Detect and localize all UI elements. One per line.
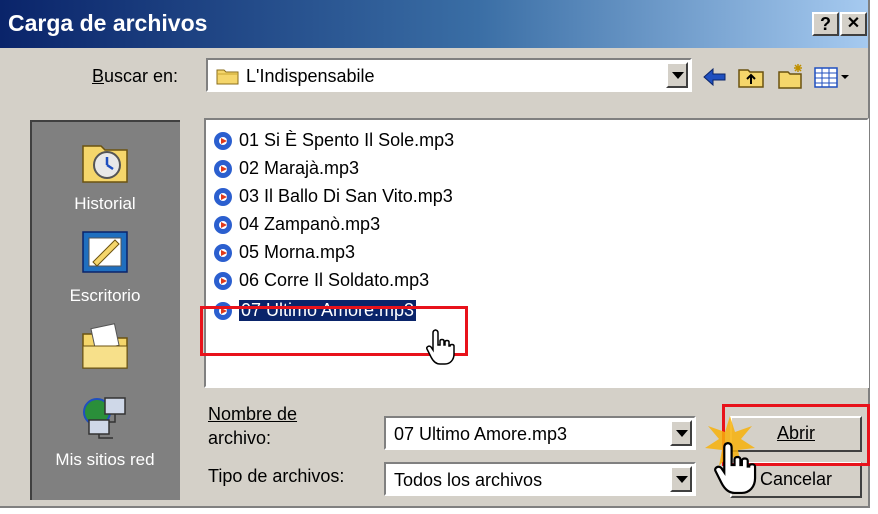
filetype-value: Todos los archivos [394, 470, 543, 490]
history-icon [77, 145, 133, 192]
look-in-label: Buscar en: [92, 66, 179, 86]
places-item-desktop[interactable]: Escritorio [32, 224, 178, 305]
close-button[interactable]: ✕ [840, 12, 867, 36]
hand-cursor-icon [426, 328, 456, 371]
places-bar: Historial Escritorio Mis sitios red [30, 120, 180, 500]
look-in-value: L'Indispensabile [246, 66, 375, 86]
places-label-network: Mis sitios red [55, 450, 155, 469]
title-bar: Carga de archivos ? ✕ [0, 0, 868, 48]
view-menu-icon[interactable] [812, 62, 852, 92]
places-label-history: Historial [74, 194, 136, 213]
mp3-file-icon [212, 130, 234, 152]
file-name: 01 Si È Spento Il Sole.mp3 [239, 130, 455, 150]
filename-label-line2: archivo: [208, 428, 272, 448]
places-item-documents[interactable] [32, 318, 178, 379]
my-documents-icon [77, 323, 133, 378]
filename-input[interactable]: 07 Ultimo Amore.mp3 [394, 424, 567, 445]
look-in-combo[interactable]: L'Indispensabile [206, 58, 692, 92]
places-item-history[interactable]: Historial [32, 132, 178, 213]
mp3-file-icon [212, 158, 234, 180]
filename-label-line1: Nombre de [208, 404, 298, 424]
mp3-file-icon [212, 242, 234, 264]
new-folder-icon[interactable] [776, 62, 806, 92]
folder-icon [216, 66, 240, 91]
file-name: 04 Zampanò.mp3 [239, 214, 381, 234]
places-label-desktop: Escritorio [69, 286, 141, 305]
window-title: Carga de archivos [8, 10, 208, 36]
filetype-label: Tipo de archivos: [208, 466, 345, 486]
help-button[interactable]: ? [812, 12, 839, 36]
file-name: 03 Il Ballo Di San Vito.mp3 [239, 186, 453, 206]
filetype-combo[interactable]: Todos los archivos [384, 462, 696, 496]
filename-dropdown-button[interactable] [670, 420, 692, 446]
file-open-dialog: Carga de archivos ? ✕ Buscar en: L'Indis… [0, 0, 870, 508]
file-name: 02 Marajà.mp3 [239, 158, 360, 178]
filename-combo[interactable]: 07 Ultimo Amore.mp3 [384, 416, 696, 450]
mp3-file-icon [212, 186, 234, 208]
file-name: 05 Morna.mp3 [239, 242, 356, 262]
file-name: 06 Corre Il Soldato.mp3 [239, 270, 430, 290]
network-places-icon [77, 397, 133, 448]
mp3-file-icon [212, 270, 234, 292]
filetype-dropdown-button[interactable] [670, 466, 692, 492]
hand-cursor-icon [714, 440, 758, 501]
places-item-network[interactable]: Mis sitios red [32, 388, 178, 469]
up-folder-icon[interactable] [736, 62, 766, 92]
mp3-file-icon [212, 214, 234, 236]
desktop-icon [77, 231, 133, 284]
filename-label: Nombre de archivo: [208, 402, 297, 450]
back-icon[interactable] [700, 62, 730, 92]
look-in-dropdown-button[interactable] [666, 62, 688, 88]
